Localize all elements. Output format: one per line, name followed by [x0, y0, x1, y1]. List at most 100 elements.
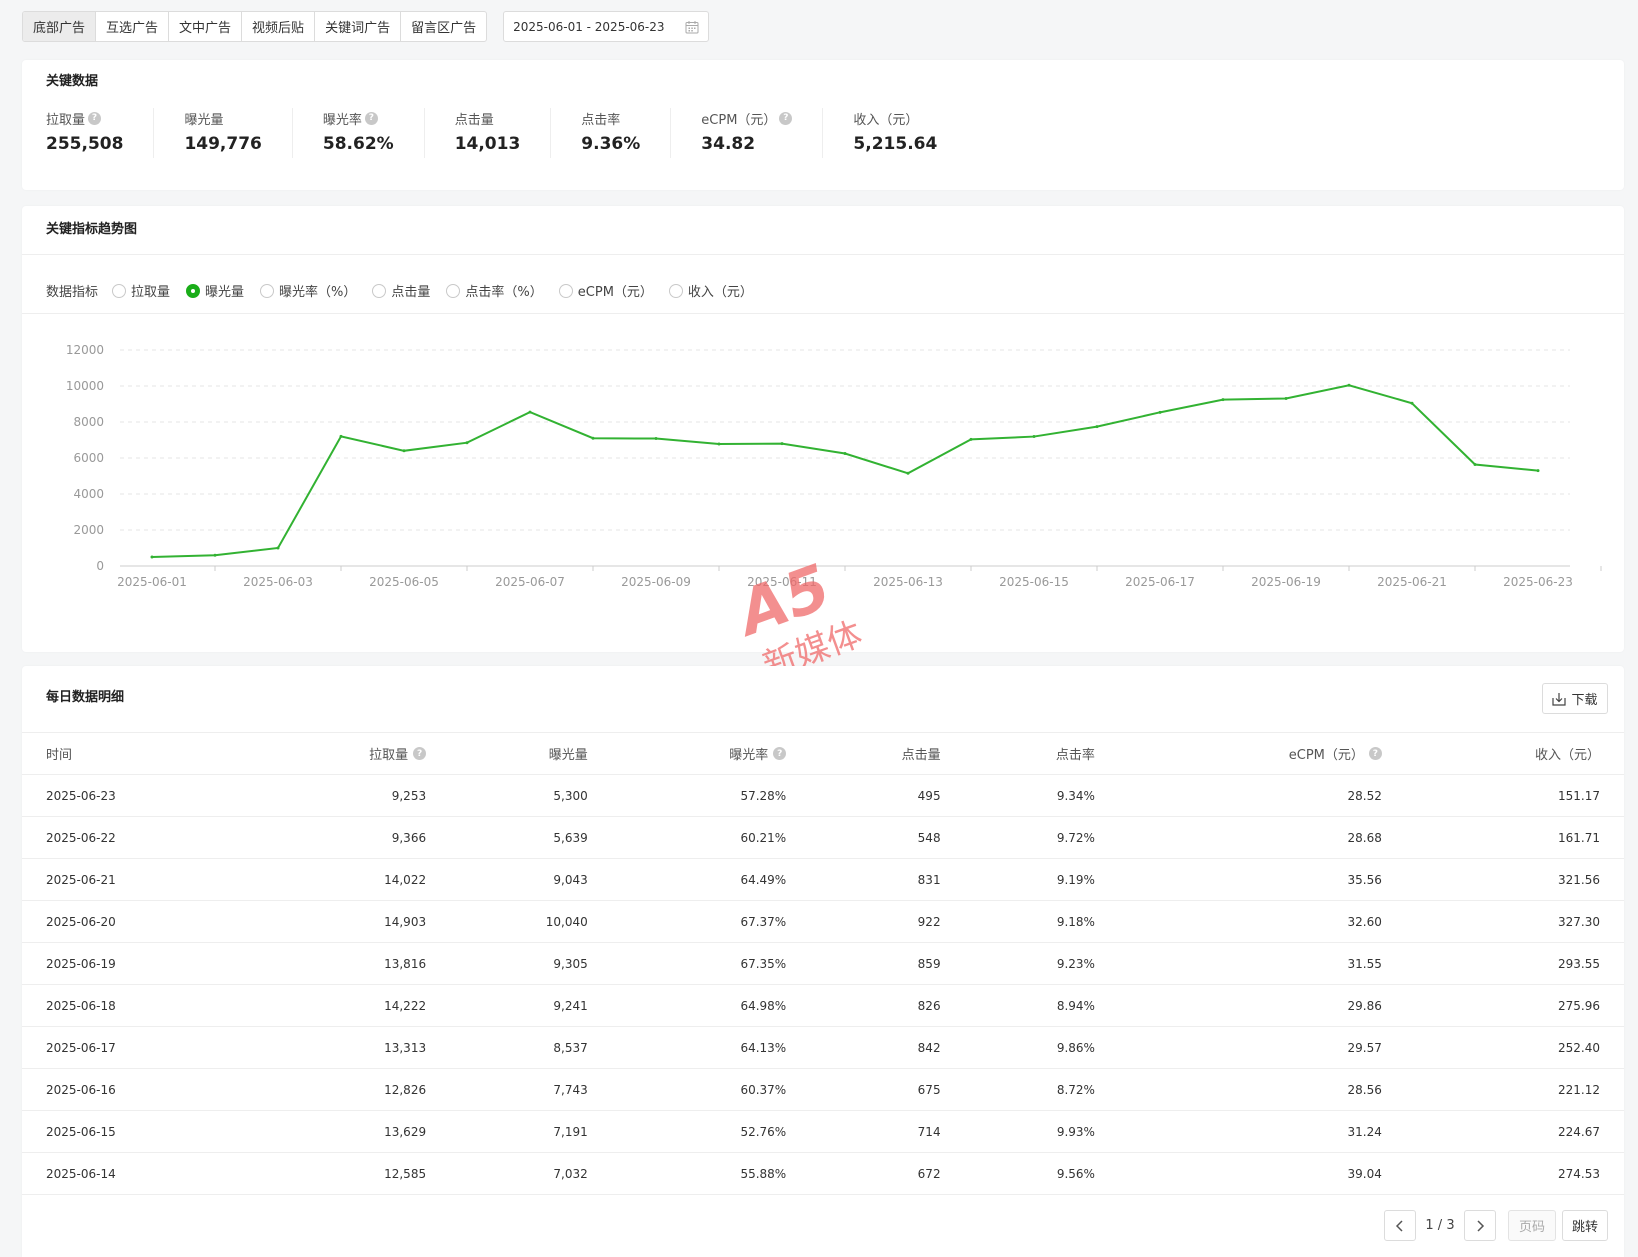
tab-0[interactable]: 底部广告 [23, 12, 97, 41]
column-header-inner: 收入（元） [1535, 744, 1600, 763]
data-point[interactable] [339, 434, 343, 438]
table-cell: 2025-06-15 [22, 1110, 252, 1153]
indicator-option-0[interactable]: 拉取量 [112, 281, 170, 300]
metric-6: 收入（元） 5,215.64 [853, 108, 967, 158]
help-icon[interactable]: ? [88, 111, 102, 125]
indicator-selector: 数据指标 拉取量 曝光量 曝光率（%） 点击量 点击率（%） eCPM（元） 收入（元） [46, 281, 769, 300]
data-point[interactable] [528, 410, 532, 414]
data-point[interactable] [1221, 398, 1225, 402]
date-range-picker[interactable]: 2025-06-01 - 2025-06-23 [503, 11, 710, 42]
data-point[interactable] [1284, 397, 1288, 401]
table-cell: 28.68 [1118, 816, 1406, 859]
indicator-option-6[interactable]: 收入（元） [668, 281, 753, 300]
table-cell: 221.12 [1405, 1068, 1624, 1111]
data-point[interactable] [654, 437, 658, 441]
metric-value: 14,013 [454, 134, 521, 154]
data-point[interactable] [213, 553, 217, 557]
table-cell: 28.56 [1118, 1068, 1406, 1111]
tab-3[interactable]: 视频后贴 [242, 12, 316, 41]
table-cell: 151.17 [1405, 774, 1624, 817]
tab-5[interactable]: 留言区广告 [401, 12, 486, 41]
table-cell: 327.30 [1405, 900, 1624, 943]
data-point[interactable] [1032, 435, 1036, 439]
table-cell: 2025-06-16 [22, 1068, 252, 1111]
metric-label-text: 点击率 [581, 112, 621, 128]
table-cell: 9.93% [964, 1110, 1119, 1153]
tab-2[interactable]: 文中广告 [169, 12, 243, 41]
page-number-input[interactable]: 页码 [1508, 1210, 1556, 1241]
data-point[interactable] [465, 441, 469, 445]
indicator-option-5[interactable]: eCPM（元） [558, 281, 653, 300]
column-header-inner: 时间 [46, 744, 72, 763]
data-point[interactable] [1536, 469, 1540, 473]
indicator-option-3[interactable]: 点击量 [372, 281, 430, 300]
table-header-row: 时间 拉取量? 曝光量 曝光率? 点击量 点击率 eCPM（元）? 收入（元） [22, 732, 1624, 775]
jump-button[interactable]: 跳转 [1562, 1210, 1608, 1241]
table-cell: 8,537 [450, 1026, 612, 1069]
data-point[interactable] [906, 471, 910, 475]
table-cell: 922 [810, 900, 965, 943]
metric-0: 拉取量? 255,508 [46, 108, 155, 158]
key-data-card: 关键数据 拉取量? 255,508 曝光量 149,776 曝光率? 58.62% 点击量 1… [22, 60, 1624, 190]
indicator-option-2[interactable]: 曝光率（%） [260, 281, 356, 300]
data-point[interactable] [591, 436, 595, 440]
next-page-button[interactable] [1464, 1210, 1496, 1241]
data-point[interactable] [969, 437, 973, 441]
column-header-label: 拉取量 [369, 748, 409, 763]
indicator-option-label: 拉取量 [131, 285, 171, 300]
x-tick-label: 2025-06-21 [1377, 575, 1447, 589]
daily-data-table: 时间 拉取量? 曝光量 曝光率? 点击量 点击率 eCPM（元）? 收入（元） 2025-06… [22, 732, 1624, 1195]
data-point[interactable] [843, 452, 847, 455]
data-point[interactable] [276, 546, 280, 550]
download-icon [1552, 692, 1567, 706]
table-cell: 842 [810, 1026, 965, 1069]
data-point[interactable] [717, 442, 721, 446]
tab-4[interactable]: 关键词广告 [315, 12, 402, 41]
radio-icon [372, 283, 387, 298]
table-row: 2025-06-16 12,826 7,743 60.37% 675 8.72% 28.56… [22, 1068, 1624, 1111]
x-tick-label: 2025-06-03 [243, 575, 313, 589]
data-point[interactable] [1347, 383, 1351, 387]
table-cell: 12,826 [251, 1068, 451, 1111]
indicator-option-1[interactable]: 曝光量 [186, 281, 244, 300]
y-tick-label: 8000 [73, 415, 104, 429]
data-point[interactable] [150, 555, 154, 559]
tab-1[interactable]: 互选广告 [96, 12, 170, 41]
column-header-label: eCPM（元） [1288, 748, 1364, 763]
prev-page-button[interactable] [1384, 1210, 1416, 1241]
help-icon[interactable]: ? [364, 111, 378, 125]
download-button[interactable]: 下载 [1542, 683, 1608, 714]
table-cell: 9,366 [251, 816, 451, 859]
data-point[interactable] [1158, 410, 1162, 414]
data-point[interactable] [1410, 401, 1414, 405]
help-icon[interactable]: ? [413, 747, 427, 760]
y-tick-label: 2000 [73, 523, 104, 537]
trend-line-chart: 0 2000 4000 6000 8000 10000 12000 2025-06-01 202… [66, 343, 1602, 589]
key-metrics: 拉取量? 255,508 曝光量 149,776 曝光率? 58.62% 点击量 14,013… [46, 108, 997, 158]
column-header: 曝光量 [450, 732, 612, 775]
data-point[interactable] [780, 442, 784, 446]
table-cell: 9,241 [450, 984, 612, 1027]
help-icon[interactable]: ? [779, 111, 793, 125]
data-point[interactable] [1095, 425, 1099, 429]
data-point[interactable] [1473, 462, 1477, 466]
table-cell: 2025-06-17 [22, 1026, 252, 1069]
help-icon[interactable]: ? [1368, 747, 1382, 760]
table-cell: 35.56 [1118, 858, 1406, 901]
table-row: 2025-06-19 13,816 9,305 67.35% 859 9.23% 31.55… [22, 942, 1624, 985]
y-tick-label: 6000 [73, 451, 104, 465]
metric-label: 拉取量? [46, 108, 123, 128]
indicator-option-label: 曝光量 [205, 285, 245, 300]
indicator-option-4[interactable]: 点击率（%） [446, 281, 543, 300]
table-cell: 12,585 [251, 1152, 451, 1195]
help-icon[interactable]: ? [773, 747, 787, 760]
table-cell: 274.53 [1405, 1152, 1624, 1195]
data-point[interactable] [402, 449, 406, 453]
metric-value: 34.82 [701, 134, 756, 154]
x-tick-label: 2025-06-17 [1125, 575, 1195, 589]
table-row: 2025-06-17 13,313 8,537 64.13% 842 9.86% 29.57… [22, 1026, 1624, 1069]
table-cell: 14,022 [251, 858, 451, 901]
radio-icon [260, 283, 275, 298]
table-cell: 9.18% [964, 900, 1119, 943]
trend-card: 关键指标趋势图 数据指标 拉取量 曝光量 曝光率（%） 点击量 点击率（%） eCPM（元… [22, 206, 1624, 652]
